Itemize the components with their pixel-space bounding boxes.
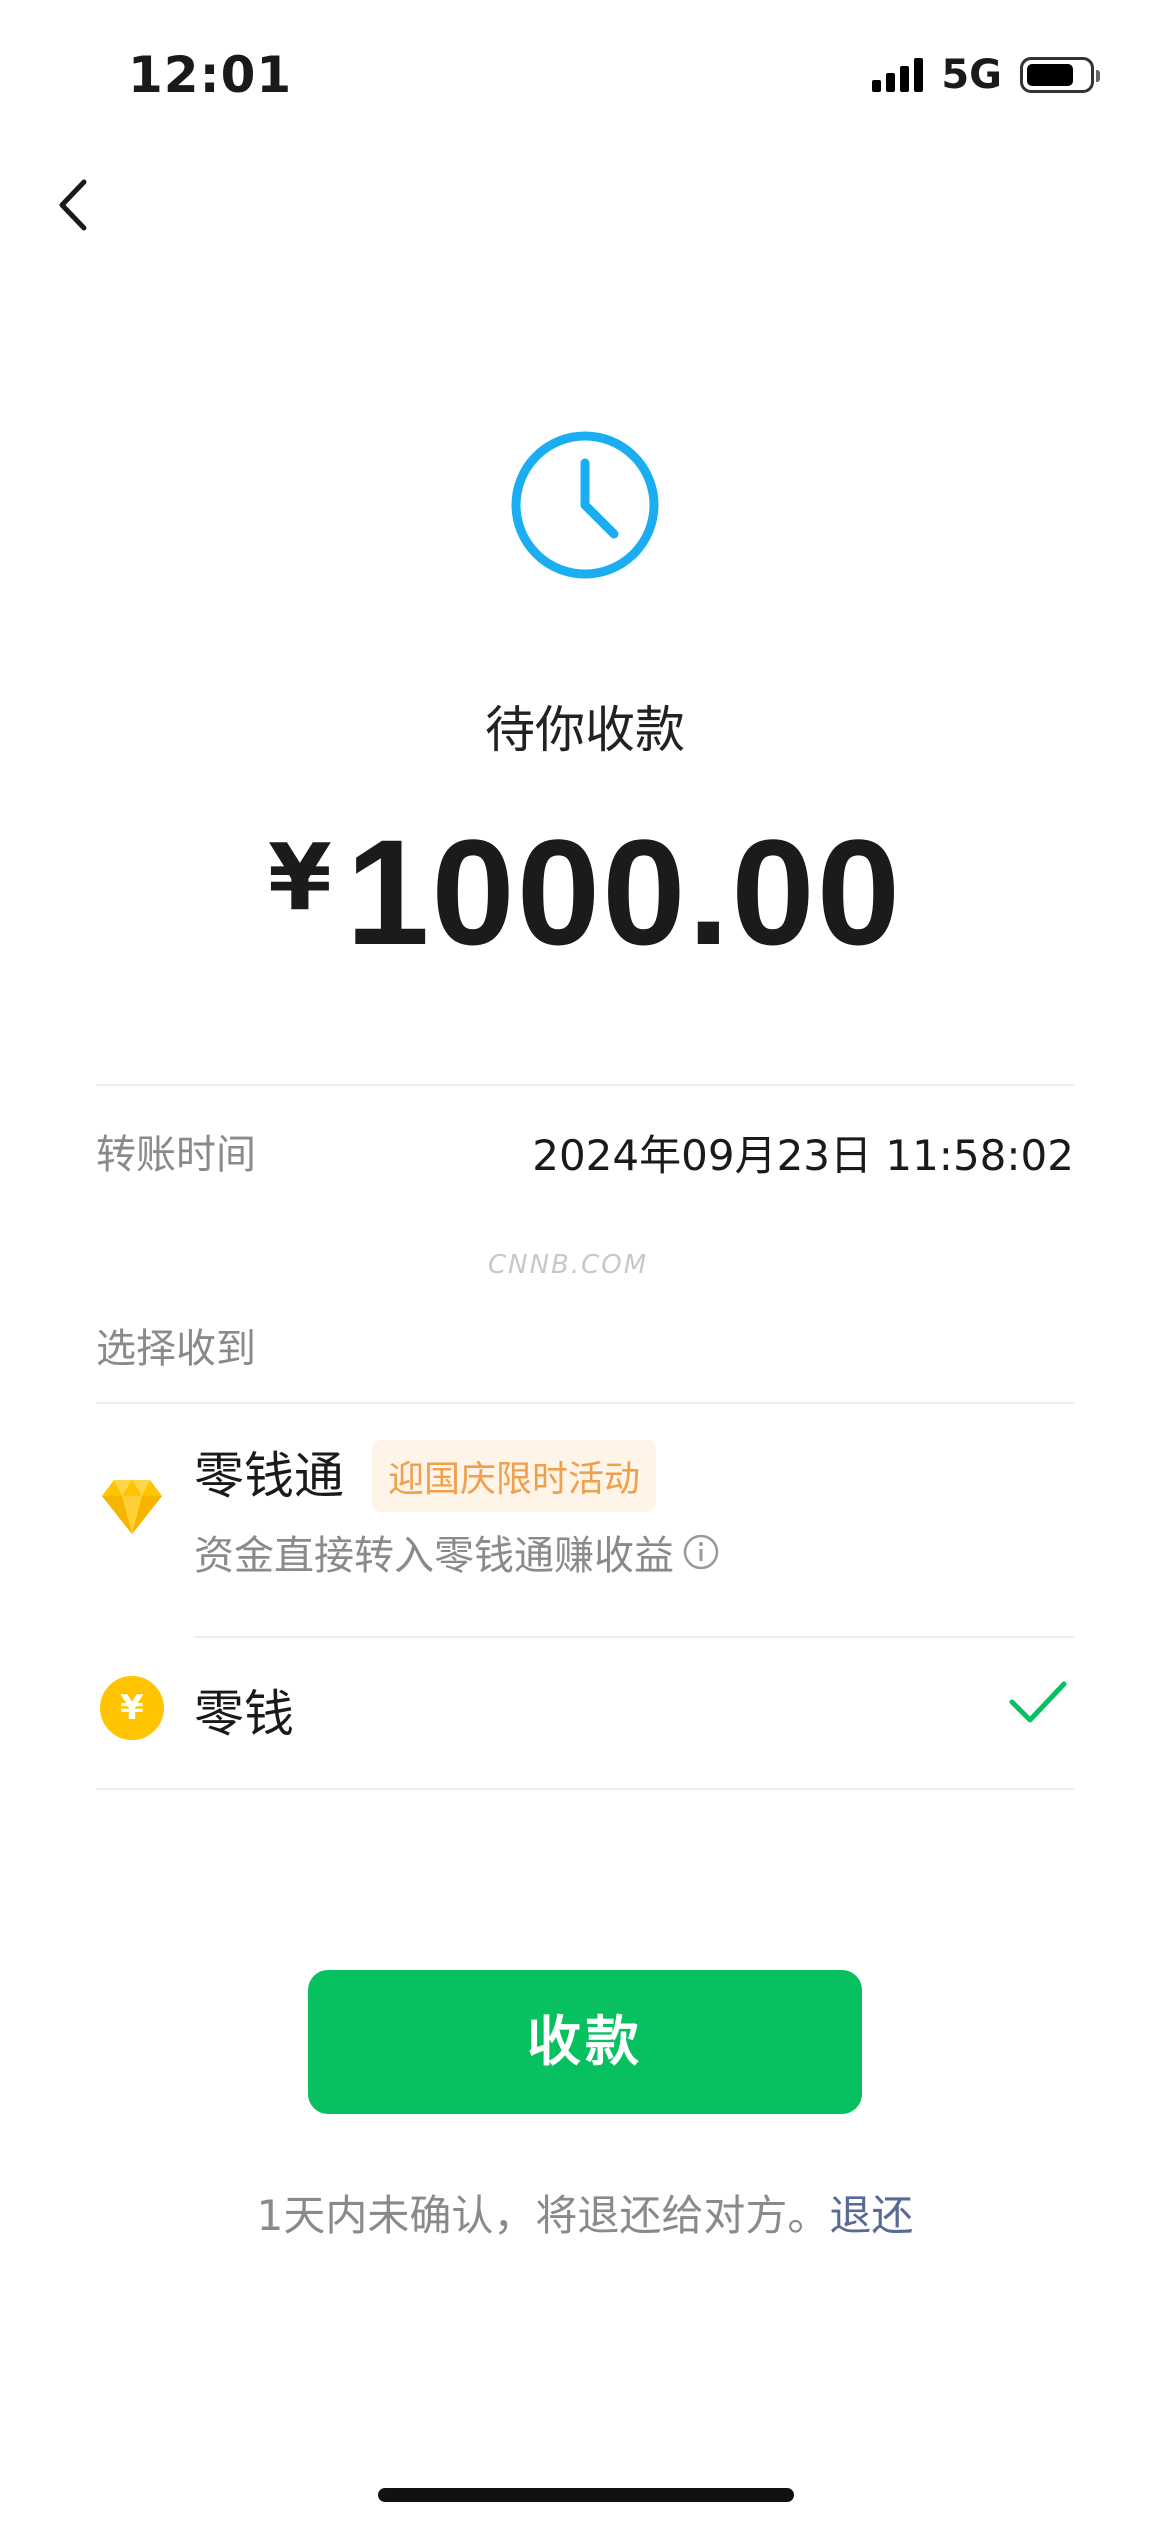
option-name: 零钱通	[194, 1447, 344, 1505]
receive-to-label: 选择收到	[96, 1326, 256, 1372]
battery-icon	[1020, 57, 1100, 93]
currency-symbol: ¥	[267, 824, 332, 931]
amount-value: 1000.00	[345, 808, 903, 976]
option-description-row: 资金直接转入零钱通赚收益	[194, 1523, 720, 1581]
transfer-time-value: 2024年09月23日 11:58:02	[532, 1131, 1074, 1180]
footer-note-text: 1天内未确认，将退还给对方。	[256, 2191, 830, 2240]
status-time: 12:01	[128, 46, 293, 104]
chevron-left-icon	[59, 179, 87, 231]
yen-coin-icon: ¥	[100, 1676, 164, 1740]
checkmark-icon	[1009, 1681, 1067, 1723]
network-type: 5G	[941, 52, 1002, 98]
transfer-amount: ¥1000.00	[0, 806, 1170, 979]
status-indicators: 5G	[872, 52, 1100, 98]
footer-note: 1天内未确认，将退还给对方。退还	[0, 2182, 1170, 2243]
cellular-signal-icon	[872, 58, 924, 92]
watermark: CNNB.COM	[488, 1250, 649, 1280]
diamond-icon	[102, 1480, 162, 1534]
info-icon[interactable]	[682, 1533, 720, 1571]
option-name: 零钱	[194, 1685, 294, 1743]
return-link[interactable]: 退还	[829, 2191, 913, 2240]
clock-icon	[511, 431, 659, 579]
option-description: 资金直接转入零钱通赚收益	[194, 1533, 674, 1579]
receive-button[interactable]: 收款	[308, 1970, 862, 2114]
promo-badge: 迎国庆限时活动	[372, 1440, 657, 1512]
home-indicator[interactable]	[378, 2488, 794, 2502]
transfer-time-label: 转账时间	[96, 1132, 256, 1178]
divider	[96, 1788, 1074, 1790]
back-button[interactable]	[40, 170, 100, 240]
status-title: 待你收款	[485, 701, 685, 759]
divider	[96, 1084, 1074, 1086]
